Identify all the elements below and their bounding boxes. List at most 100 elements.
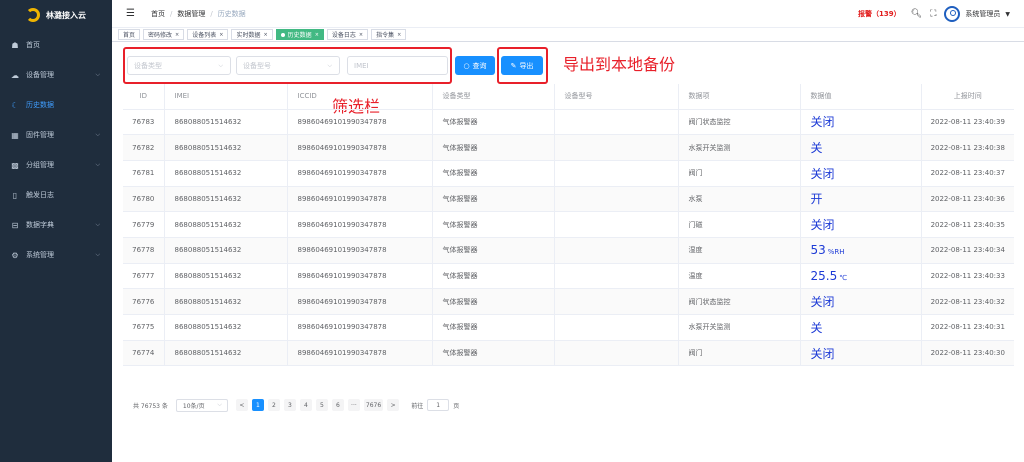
sidebar-item-2[interactable]: ☾ 历史数据 xyxy=(0,90,112,120)
data-value: 25.5 xyxy=(810,268,838,283)
cell-id: 76774 xyxy=(123,340,165,367)
cell-type: 气体报警器 xyxy=(432,134,555,161)
table-row[interactable]: 76778 868088051514632 89860469101990347878… xyxy=(123,237,1014,264)
cell-item: 水泵开关监测 xyxy=(678,314,801,341)
page-button[interactable]: 4 xyxy=(299,399,312,411)
tab-label: 历史数据 xyxy=(287,32,312,39)
breadcrumb-data-management[interactable]: 数据管理 xyxy=(177,9,205,19)
column-header: 上报时间 xyxy=(921,84,1014,110)
tab-label: 首页 xyxy=(123,32,136,39)
tab-3[interactable]: 实时数据 × xyxy=(231,29,273,40)
column-header: 设备类型 xyxy=(432,84,555,110)
close-icon[interactable]: × xyxy=(175,32,179,38)
cell-imei: 868088051514632 xyxy=(164,186,288,213)
avatar[interactable] xyxy=(944,6,961,22)
table-row[interactable]: 76780 868088051514632 89860469101990347878… xyxy=(123,186,1014,213)
device-model-select[interactable]: 设备型号 ⌵ xyxy=(236,56,340,75)
cell-time: 2022-08-11 23:40:37 xyxy=(921,160,1014,187)
cell-value: 开 xyxy=(800,186,922,213)
table-row[interactable]: 76779 868088051514632 89860469101990347878… xyxy=(123,211,1014,238)
breadcrumb: 首页 / 数据管理 / 历史数据 xyxy=(151,9,246,19)
search-icon: ○ xyxy=(463,61,470,70)
sidebar-item-6[interactable]: ⊟ 数据字典 ⌵ xyxy=(0,210,112,240)
next-page-button[interactable]: > xyxy=(387,399,400,411)
close-icon[interactable]: × xyxy=(359,32,363,38)
sidebar-item-3[interactable]: ▦ 固件管理 ⌵ xyxy=(0,120,112,150)
cell-item: 阀门状态监控 xyxy=(678,109,801,136)
cell-type: 气体报警器 xyxy=(432,263,555,290)
close-icon[interactable]: × xyxy=(219,32,223,38)
device-type-select[interactable]: 设备类型 ⌵ xyxy=(127,56,231,75)
breadcrumb-home[interactable]: 首页 xyxy=(151,9,165,19)
page-button[interactable]: 7676 xyxy=(363,399,384,411)
tab-label: 密码修改 xyxy=(148,32,173,39)
dashboard-icon: ☗ xyxy=(11,40,19,50)
tab-1[interactable]: 密码修改 × xyxy=(143,29,185,40)
sidebar-item-7[interactable]: ⚙ 系统管理 ⌵ xyxy=(0,240,112,270)
column-header: 数据值 xyxy=(800,84,922,110)
sidebar-item-5[interactable]: ▯ 触发日志 xyxy=(0,180,112,210)
page-button[interactable]: 1 xyxy=(251,399,264,411)
cell-value: 关闭 xyxy=(800,340,922,367)
cell-type: 气体报警器 xyxy=(432,186,555,213)
page-button[interactable]: 3 xyxy=(283,399,296,411)
tab-6[interactable]: 指令集 × xyxy=(371,29,407,40)
table-row[interactable]: 76774 868088051514632 89860469101990347878… xyxy=(123,340,1014,367)
tab-5[interactable]: 设备日志 × xyxy=(326,29,369,40)
chevron-down-icon: ⌵ xyxy=(217,401,222,408)
tab-4[interactable]: 历史数据 × xyxy=(275,29,324,40)
chevron-down-icon: ⌵ xyxy=(95,161,100,168)
tab-0[interactable]: 首页 xyxy=(118,29,141,40)
sidebar-item-0[interactable]: ☗ 首页 xyxy=(0,30,112,60)
prev-page-button[interactable]: < xyxy=(235,399,248,411)
cell-time: 2022-08-11 23:40:32 xyxy=(921,288,1014,315)
layers-icon: ▦ xyxy=(11,130,19,140)
imei-input[interactable]: IMEI xyxy=(347,56,448,75)
close-icon[interactable]: × xyxy=(263,32,267,38)
username[interactable]: 系统管理员 xyxy=(965,9,1000,19)
cell-value: 关闭 xyxy=(800,109,922,136)
table-row[interactable]: 76777 868088051514632 89860469101990347878… xyxy=(123,263,1014,290)
tab-2[interactable]: 设备列表 × xyxy=(187,29,229,40)
goto-page-input[interactable]: 1 xyxy=(427,399,450,411)
column-header: ID xyxy=(123,84,165,110)
alarm-badge[interactable]: 报警（139） xyxy=(858,9,901,19)
chevron-down-icon: ⌵ xyxy=(327,61,332,69)
table-body: 76783 868088051514632 89860469101990347878… xyxy=(123,109,1014,367)
caret-down-icon[interactable]: ▼ xyxy=(1005,11,1010,18)
cell-model xyxy=(554,237,679,264)
close-icon[interactable]: × xyxy=(397,32,401,38)
sidebar-item-label: 数据字典 xyxy=(26,221,54,229)
table-row[interactable]: 76783 868088051514632 89860469101990347878… xyxy=(123,109,1014,136)
page-button[interactable]: 5 xyxy=(315,399,328,411)
cell-item: 阀门 xyxy=(678,340,801,367)
fullscreen-icon[interactable]: ⛶ xyxy=(930,9,936,19)
cell-imei: 868088051514632 xyxy=(164,288,288,315)
document-icon: ▯ xyxy=(12,190,18,200)
table-row[interactable]: 76776 868088051514632 89860469101990347878… xyxy=(123,288,1014,315)
cell-time: 2022-08-11 23:40:36 xyxy=(921,186,1014,213)
sidebar-item-label: 分组管理 xyxy=(26,161,54,169)
table-row[interactable]: 76775 868088051514632 89860469101990347878… xyxy=(123,314,1014,341)
cell-time: 2022-08-11 23:40:38 xyxy=(921,134,1014,161)
sidebar-item-label: 首页 xyxy=(26,41,40,49)
close-icon[interactable]: × xyxy=(315,32,319,38)
table-row[interactable]: 76781 868088051514632 89860469101990347878… xyxy=(123,160,1014,187)
search-button[interactable]: ○ 查询 xyxy=(455,56,495,75)
chevron-down-icon: ⌵ xyxy=(95,221,100,228)
header-right: 报警（139） 🔍︎ ⛶ 系统管理员 ▼ xyxy=(858,0,1010,28)
export-button[interactable]: ✎ 导出 xyxy=(501,56,543,75)
page-button[interactable]: 2 xyxy=(267,399,280,411)
sidebar-item-1[interactable]: ☁ 设备管理 ⌵ xyxy=(0,60,112,90)
search-icon[interactable]: 🔍︎ xyxy=(911,9,922,19)
data-value: 53 xyxy=(810,243,826,258)
cell-item: 水泵 xyxy=(678,186,801,213)
cell-imei: 868088051514632 xyxy=(164,160,288,187)
table-row[interactable]: 76782 868088051514632 89860469101990347878… xyxy=(123,134,1014,161)
page-button[interactable]: 6 xyxy=(331,399,344,411)
hamburger-icon[interactable]: ☰ xyxy=(126,8,135,19)
page-button[interactable]: ··· xyxy=(347,399,360,411)
page-size-select[interactable]: 10条/页 ⌵ xyxy=(175,398,228,412)
sidebar-item-4[interactable]: ▩ 分组管理 ⌵ xyxy=(0,150,112,180)
cell-imei: 868088051514632 xyxy=(164,340,288,367)
